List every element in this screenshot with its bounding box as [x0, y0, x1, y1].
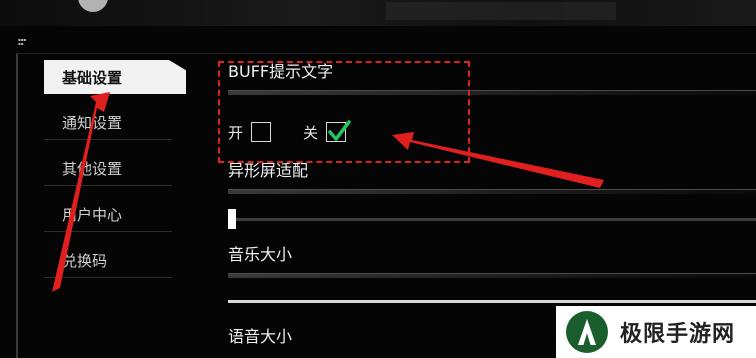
site-watermark: 极限手游网: [556, 306, 756, 358]
arrow-up-left: [52, 92, 110, 292]
arrow-right: [392, 132, 604, 188]
watermark-text: 极限手游网: [620, 322, 736, 347]
site-logo-icon: [566, 311, 608, 353]
annotation-arrows: [52, 92, 604, 292]
